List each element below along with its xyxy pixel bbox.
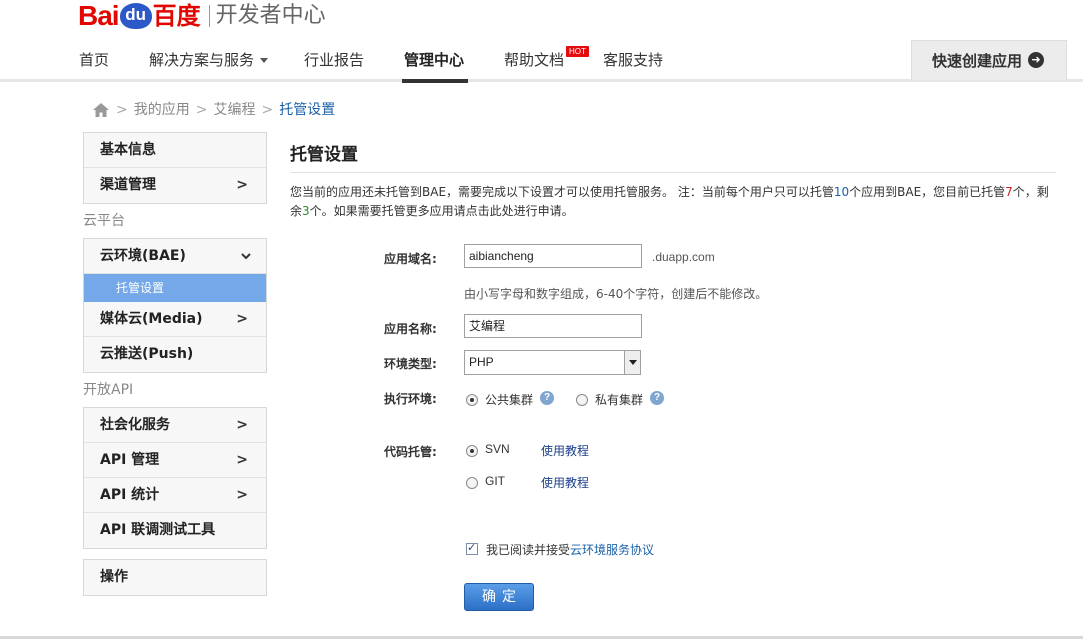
breadcrumb: > 我的应用 > 艾编程 > 托管设置 bbox=[92, 99, 335, 121]
hot-badge: HOT bbox=[566, 46, 589, 57]
nav-solutions[interactable]: 解决方案与服务 bbox=[149, 40, 269, 80]
sidebar-item-media[interactable]: 媒体云(Media) > bbox=[84, 302, 266, 337]
exec-env-label: 执行环境: bbox=[384, 392, 437, 406]
domain-input[interactable]: aibiancheng bbox=[464, 244, 642, 268]
sidebar-item-label: 社会化服务 bbox=[100, 417, 170, 433]
sidebar-group-cloud: 云环境(BAE) 托管设置 媒体云(Media) > 云推送(Push) bbox=[83, 238, 267, 373]
logo-baidu-cn: 百度 bbox=[152, 2, 201, 30]
service-agreement-link[interactable]: 云环境服务协议 bbox=[570, 543, 654, 557]
breadcrumb-separator: > bbox=[116, 102, 128, 118]
app-name-input[interactable]: 艾编程 bbox=[464, 314, 642, 338]
private-cluster-label: 私有集群 bbox=[595, 393, 644, 407]
home-icon[interactable] bbox=[92, 102, 110, 118]
notice-hosted-count: 7 bbox=[1005, 185, 1013, 199]
sidebar-section-cloud: 云平台 bbox=[83, 213, 125, 229]
sidebar-item-basic-info[interactable]: 基本信息 bbox=[84, 133, 266, 168]
radio-git[interactable] bbox=[466, 477, 478, 489]
title-divider bbox=[290, 172, 1056, 173]
app-name-label: 应用名称: bbox=[384, 322, 437, 336]
sidebar-item-channel[interactable]: 渠道管理 > bbox=[84, 168, 266, 203]
nav-industry-report[interactable]: 行业报告 bbox=[304, 40, 364, 80]
sidebar-item-label: API 统计 bbox=[100, 487, 160, 503]
radio-public-cluster[interactable] bbox=[466, 394, 478, 406]
notice-remaining-count: 3 bbox=[302, 204, 310, 218]
dropdown-arrow-icon[interactable] bbox=[624, 351, 640, 374]
git-tutorial-link[interactable]: 使用教程 bbox=[541, 474, 589, 491]
sidebar-section-api: 开放API bbox=[83, 382, 134, 398]
sidebar-item-label: 媒体云(Media) bbox=[100, 311, 203, 327]
sidebar-item-api-manage[interactable]: API 管理 > bbox=[84, 443, 266, 478]
nav-management-center[interactable]: 管理中心 bbox=[401, 40, 469, 83]
chevron-right-icon: > bbox=[236, 311, 248, 327]
sidebar-item-label: 云环境(BAE) bbox=[100, 248, 186, 264]
agree-checkbox[interactable] bbox=[466, 541, 478, 555]
chevron-right-icon: > bbox=[236, 487, 248, 503]
main-nav: 首页 解决方案与服务 行业报告 管理中心 帮助文档 HOT 客服支持 快速创建应… bbox=[0, 40, 1083, 83]
sidebar-item-ops[interactable]: 操作 bbox=[84, 560, 266, 595]
svn-label: SVN bbox=[485, 442, 510, 456]
hosting-notice: 您当前的应用还未托管到BAE，需要完成以下设置才可以使用托管服务。 注：当前每个… bbox=[290, 183, 1060, 221]
nav-help-docs[interactable]: 帮助文档 HOT bbox=[504, 40, 589, 80]
sidebar-item-social[interactable]: 社会化服务 > bbox=[84, 408, 266, 443]
chevron-right-icon: > bbox=[236, 452, 248, 468]
notice-text: 个应用到BAE，您目前已托管 bbox=[849, 185, 1006, 199]
domain-label: 应用域名: bbox=[384, 252, 437, 266]
domain-hint: 由小写字母和数字组成，6-40个字符，创建后不能修改。 bbox=[464, 287, 768, 301]
notice-text: 个。如果需要托管更多应用请点击此处进行申请。 bbox=[309, 204, 574, 218]
sidebar-subitem-hosting-settings[interactable]: 托管设置 bbox=[84, 274, 266, 302]
radio-svn[interactable] bbox=[466, 445, 478, 457]
code-hosting-label: 代码托管: bbox=[384, 445, 437, 459]
caret-down-icon bbox=[260, 58, 269, 63]
page-title: 托管设置 bbox=[290, 145, 358, 165]
confirm-button[interactable]: 确定 bbox=[464, 583, 534, 611]
sidebar-group-api: 社会化服务 > API 管理 > API 统计 > API 联调测试工具 bbox=[83, 407, 267, 549]
breadcrumb-current: 托管设置 bbox=[279, 102, 336, 118]
sidebar-item-label: API 管理 bbox=[100, 452, 160, 468]
logo-bai-text: Bai bbox=[78, 0, 120, 31]
env-type-value: PHP bbox=[469, 355, 494, 369]
sidebar-item-bae[interactable]: 云环境(BAE) bbox=[84, 239, 266, 274]
env-type-select[interactable]: PHP bbox=[464, 350, 641, 375]
logo-subtitle: 开发者中心 bbox=[215, 3, 326, 28]
chevron-right-icon: > bbox=[236, 417, 248, 433]
sidebar-group-ops: 操作 bbox=[83, 559, 267, 596]
sidebar-item-push[interactable]: 云推送(Push) bbox=[84, 337, 266, 372]
git-label: GIT bbox=[485, 474, 505, 488]
sidebar-group-basic: 基本信息 渠道管理 > bbox=[83, 132, 267, 204]
breadcrumb-separator: > bbox=[261, 102, 274, 118]
sidebar-item-api-debug[interactable]: API 联调测试工具 bbox=[84, 513, 266, 548]
breadcrumb-separator: > bbox=[195, 102, 208, 118]
help-icon[interactable]: ? bbox=[540, 391, 554, 405]
arrow-right-icon: ➜ bbox=[1028, 52, 1045, 68]
svn-tutorial-link[interactable]: 使用教程 bbox=[541, 442, 589, 459]
quick-create-app-button[interactable]: 快速创建应用 ➜ bbox=[911, 40, 1067, 80]
help-icon[interactable]: ? bbox=[650, 391, 664, 405]
public-cluster-label: 公共集群 bbox=[485, 393, 534, 407]
chevron-down-icon bbox=[240, 239, 252, 273]
quick-create-label: 快速创建应用 bbox=[932, 52, 1023, 70]
agree-text: 我已阅读并接受云环境服务协议 bbox=[486, 541, 654, 558]
breadcrumb-app[interactable]: 艾编程 bbox=[213, 99, 255, 121]
nav-customer-support[interactable]: 客服支持 bbox=[603, 40, 663, 80]
logo-du-paw: du bbox=[119, 3, 152, 29]
baidu-logo[interactable]: Bai du 百度 开发者中心 bbox=[78, 0, 326, 32]
env-type-label: 环境类型: bbox=[384, 357, 437, 371]
breadcrumb-my-apps[interactable]: 我的应用 bbox=[134, 99, 190, 121]
radio-private-cluster[interactable] bbox=[576, 394, 588, 406]
domain-suffix: .duapp.com bbox=[652, 250, 715, 264]
sidebar: 基本信息 渠道管理 > 云平台 云环境(BAE) 托管设置 媒体云(Media)… bbox=[83, 132, 267, 596]
sidebar-item-label: 渠道管理 bbox=[100, 177, 156, 193]
sidebar-item-api-stats[interactable]: API 统计 > bbox=[84, 478, 266, 513]
nav-solutions-label: 解决方案与服务 bbox=[149, 51, 255, 69]
nav-home[interactable]: 首页 bbox=[79, 40, 109, 80]
logo-divider bbox=[208, 5, 210, 27]
notice-text: 您当前的应用还未托管到BAE，需要完成以下设置才可以使用托管服务。 注：当前每个… bbox=[290, 185, 834, 199]
agree-prefix: 我已阅读并接受 bbox=[486, 543, 571, 557]
chevron-right-icon: > bbox=[236, 177, 248, 193]
notice-max-apps: 10 bbox=[833, 185, 850, 199]
nav-help-docs-label: 帮助文档 bbox=[504, 51, 565, 69]
